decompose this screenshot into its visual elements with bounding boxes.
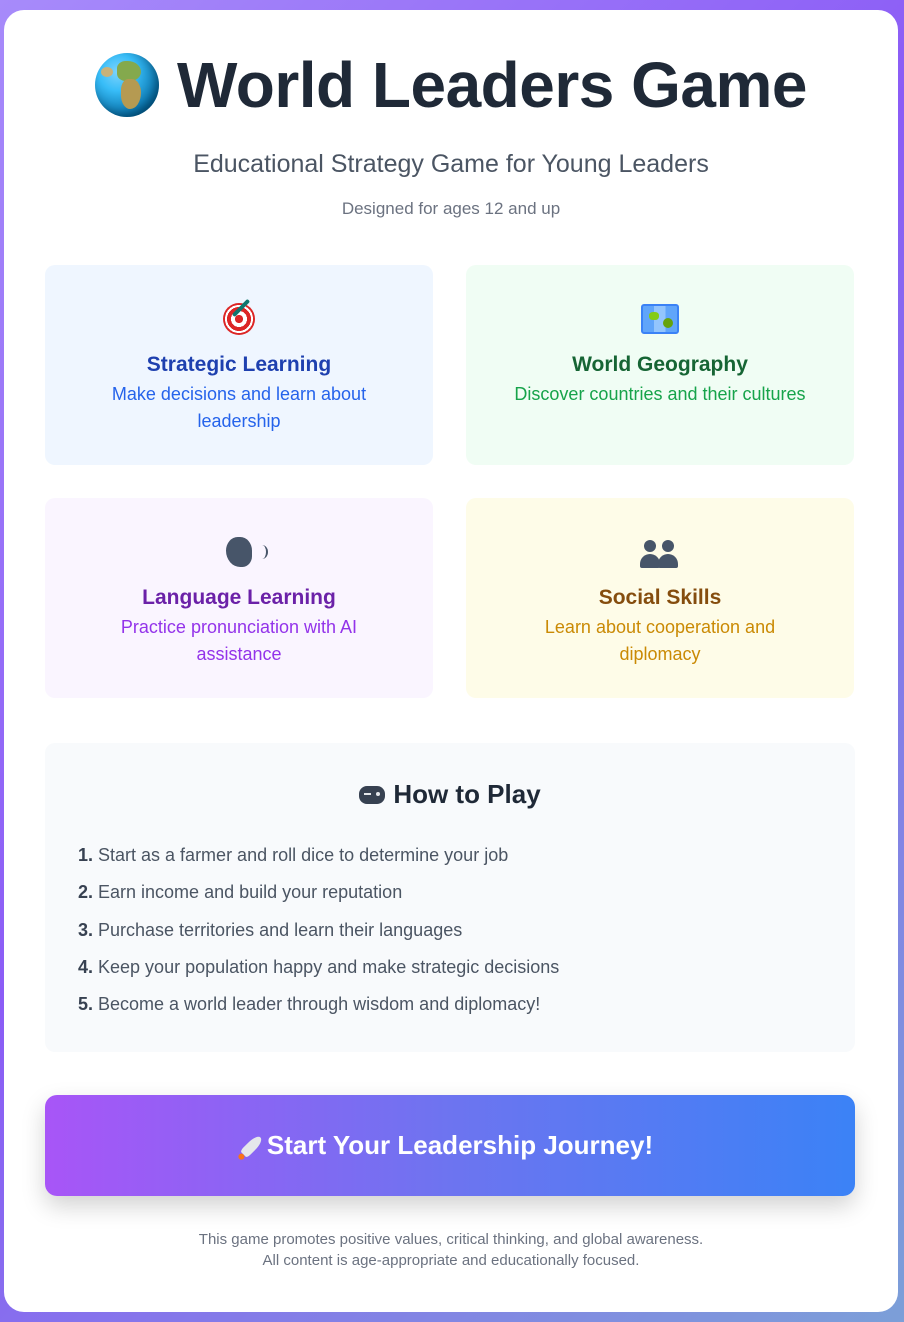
step-text: Start as a farmer and roll dice to deter…	[98, 845, 509, 865]
step-item: 2. Earn income and build your reputation	[78, 882, 559, 902]
step-number: 5.	[78, 994, 94, 1015]
step-number: 2.	[78, 882, 94, 903]
start-journey-button[interactable]: Start Your Leadership Journey!	[45, 1095, 855, 1196]
feature-card-language-learning: Language Learning Practice pronunciation…	[45, 498, 433, 698]
feature-description: Discover countries and their cultures	[514, 384, 806, 404]
step-item: 3. Purchase territories and learn their l…	[78, 920, 559, 940]
step-text: Keep your population happy and make stra…	[98, 956, 560, 977]
main-card: World Leaders Game Educational Strategy …	[4, 10, 898, 1312]
footer-line-1: This game promotes positive values, crit…	[198, 1231, 704, 1248]
how-to-play-title: How to Play	[393, 779, 541, 809]
feature-title: Strategic Learning	[146, 353, 332, 376]
step-text: Purchase territories and learn their lan…	[98, 919, 463, 940]
how-to-play-heading: How to Play	[45, 779, 855, 810]
how-to-play-panel: How to Play 1. Start as a farmer and roll…	[45, 743, 855, 1052]
step-text: Become a world leader through wisdom and…	[98, 994, 541, 1015]
speaking-head-icon	[226, 537, 268, 567]
feature-card-world-geography: World Geography Discover countries and t…	[466, 265, 854, 465]
subtitle: Educational Strategy Game for Young Lead…	[193, 150, 709, 178]
step-item: 5. Become a world leader through wisdom a…	[78, 994, 559, 1014]
map-icon	[641, 304, 679, 334]
age-note: Designed for ages 12 and up	[341, 199, 561, 218]
step-number: 3.	[78, 919, 94, 940]
gamepad-icon	[359, 785, 386, 804]
feature-description: Make decisions and learn about leadershi…	[111, 384, 367, 431]
step-item: 1. Start as a farmer and roll dice to det…	[78, 845, 559, 865]
feature-title: World Geography	[572, 353, 748, 376]
feature-title: Social Skills	[598, 586, 722, 609]
start-button-label: Start Your Leadership Journey!	[266, 1130, 654, 1160]
step-number: 1.	[78, 845, 94, 865]
feature-card-strategic-learning: Strategic Learning Make decisions and le…	[45, 265, 433, 465]
people-icon	[640, 536, 680, 568]
rocket-icon	[239, 1133, 264, 1158]
step-number: 4.	[78, 956, 94, 977]
feature-description: Practice pronunciation with AI assistanc…	[120, 617, 358, 664]
target-icon	[223, 303, 255, 335]
title-row: World Leaders Game	[4, 48, 898, 122]
steps-list: 1. Start as a farmer and roll dice to det…	[78, 845, 559, 1031]
step-item: 4. Keep your population happy and make st…	[78, 957, 559, 977]
globe-icon	[94, 53, 159, 117]
feature-title: Language Learning	[142, 586, 336, 609]
page-title: World Leaders Game	[176, 49, 808, 121]
feature-description: Learn about cooperation and diplomacy	[544, 617, 776, 664]
footer-line-2: All content is age-appropriate and educa…	[262, 1252, 640, 1269]
footer-note: This game promotes positive values, crit…	[4, 1229, 898, 1271]
feature-card-social-skills: Social Skills Learn about cooperation an…	[466, 498, 854, 698]
step-text: Earn income and build your reputation	[98, 882, 403, 903]
